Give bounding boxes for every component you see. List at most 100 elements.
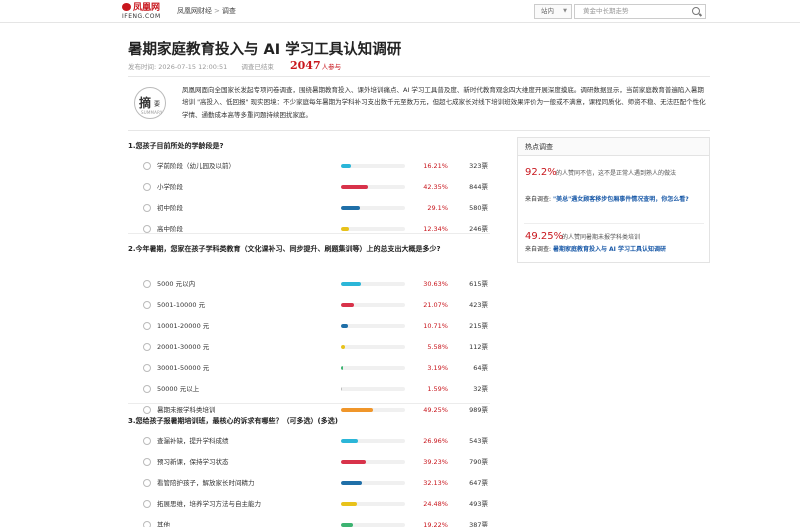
page-title: 暑期家庭教育投入与 AI 学习工具认知调研 [128,42,402,58]
hot-item-source: 来自调查: 暑期家庭教育投入与 AI 学习工具认知调研 [525,245,705,255]
publish-label: 发布时间: [128,63,157,71]
hot-item-text: 的人赞同不信，这不是正常人遇到熟人的做法 [556,170,677,177]
breadcrumb-survey[interactable]: 调查 [222,7,236,15]
survey-option[interactable]: 50000 元以上 1.59% 32票 [140,382,490,398]
survey-option[interactable]: 其他 19.22% 387票 [140,518,490,527]
radio-button[interactable] [143,437,151,445]
radio-button[interactable] [143,364,151,372]
result-percent: 16.21% [423,162,448,170]
result-percent: 5.58% [427,343,448,351]
radio-button[interactable] [143,479,151,487]
radio-button[interactable] [143,183,151,191]
divider [128,403,490,404]
result-bar-track [341,481,405,485]
radio-button[interactable] [143,343,151,351]
radio-button[interactable] [143,204,151,212]
result-votes: 423票 [469,301,488,309]
article-meta: 发布时间: 2026-07-15 12:00:51 调查已结束 2047人参与 [128,60,341,72]
ifeng-logo[interactable]: 凤凰网 IFENG.COM [122,3,172,20]
result-bar-track [341,206,405,210]
result-bar-track [341,324,405,328]
survey-option[interactable]: 30001-50000 元 3.19% 64票 [140,361,490,377]
search-input[interactable]: 黄金中长期走势 [574,4,706,19]
result-percent: 30.63% [423,280,448,288]
hot-item-link[interactable]: 暑期家庭教育投入与 AI 学习工具认知调研 [553,246,666,253]
summary-badge-icon: 摘 要 SUMMARY [134,87,166,119]
result-bar-track [341,227,405,231]
survey-option[interactable]: 预习新课，保持学习状态 39.23% 790票 [140,455,490,471]
survey-option[interactable]: 小学阶段 42.35% 844票 [140,180,490,196]
result-percent: 21.07% [423,301,448,309]
radio-button[interactable] [143,322,151,330]
search-placeholder: 黄金中长期走势 [583,7,629,15]
survey-option[interactable]: 初中阶段 29.1% 580票 [140,201,490,217]
result-percent: 24.48% [423,500,448,508]
survey-option[interactable]: 高中阶段 12.34% 246票 [140,222,490,238]
divider [128,76,710,77]
result-bar-fill [341,460,367,464]
option-label: 拓展思维，培养学习方法与自主能力 [157,500,261,508]
result-bar-fill [341,185,369,189]
radio-button[interactable] [143,458,151,466]
result-percent: 42.35% [423,183,448,191]
result-bar-track [341,502,405,506]
participant-count: 2047 [289,59,321,72]
result-bar-fill [341,206,360,210]
survey-option[interactable]: 学前阶段（幼儿园及以前） 16.21% 323票 [140,159,490,175]
option-label: 学前阶段（幼儿园及以前） [157,162,235,170]
option-label: 查漏补缺，提升学科成绩 [157,437,229,445]
search-scope-select[interactable]: 站内 ▼ [534,4,572,19]
result-bar-fill [341,523,354,527]
divider [128,130,710,131]
search-icon[interactable] [692,7,700,15]
survey-option[interactable]: 20001-30000 元 5.58% 112票 [140,340,490,356]
hot-item-pct: 92.2% [525,167,557,178]
result-percent: 49.25% [423,406,448,414]
survey-option[interactable]: 5000 元以内 30.63% 615票 [140,277,490,293]
radio-button[interactable] [143,225,151,233]
radio-button[interactable] [143,500,151,508]
result-bar-track [341,366,405,370]
result-bar-fill [341,502,357,506]
radio-button[interactable] [143,406,151,414]
hot-item-link[interactable]: "美总"遇女顾客移步包厢事件情况查明，你怎么看? [553,196,689,203]
result-bar-track [341,460,405,464]
result-bar-fill [341,408,373,412]
badge-main: 摘 [139,96,152,110]
result-votes: 493票 [469,500,488,508]
chevron-down-icon: ▼ [563,8,567,14]
radio-button[interactable] [143,280,151,288]
result-bar-track [341,408,405,412]
survey-option[interactable]: 拓展思维，培养学习方法与自主能力 24.48% 493票 [140,497,490,513]
result-bar-fill [341,282,361,286]
option-label: 看管陪护孩子，解放家长时间精力 [157,479,255,487]
divider [524,223,704,224]
radio-button[interactable] [143,521,151,527]
survey-option[interactable]: 看管陪护孩子，解放家长时间精力 32.13% 647票 [140,476,490,492]
source-label: 来自调查: [525,246,552,253]
result-bar-fill [341,164,352,168]
result-bar-track [341,439,405,443]
result-votes: 790票 [469,458,488,466]
badge-sub: 要 [154,101,161,108]
result-percent: 29.1% [427,204,448,212]
breadcrumb-finance[interactable]: 凤凰网财经 [177,7,212,15]
result-bar-track [341,185,405,189]
hot-item-source: 来自调查: "美总"遇女顾客移步包厢事件情况查明，你怎么看? [525,195,705,205]
option-label: 5001-10000 元 [157,301,206,309]
survey-option[interactable]: 10001-20000 元 10.71% 215票 [140,319,490,335]
result-bar-track [341,303,405,307]
radio-button[interactable] [143,385,151,393]
hot-surveys-title: 热点调查 [518,138,709,156]
survey-option[interactable]: 查漏补缺，提升学科成绩 26.96% 543票 [140,434,490,450]
radio-button[interactable] [143,162,151,170]
logo-text-en: IFENG.COM [122,13,161,20]
hot-item-pct: 49.25% [525,231,564,242]
survey-option[interactable]: 5001-10000 元 21.07% 423票 [140,298,490,314]
option-label: 暑期未报学科类培训 [157,406,216,414]
radio-button[interactable] [143,301,151,309]
result-bar-fill [341,345,345,349]
summary-text: 凤凰网面向全国家长发起专项问卷调查，围绕暑期教育投入、课外培训痛点、AI 学习工… [182,86,706,119]
option-label: 预习新课，保持学习状态 [157,458,229,466]
option-label: 初中阶段 [157,204,183,212]
